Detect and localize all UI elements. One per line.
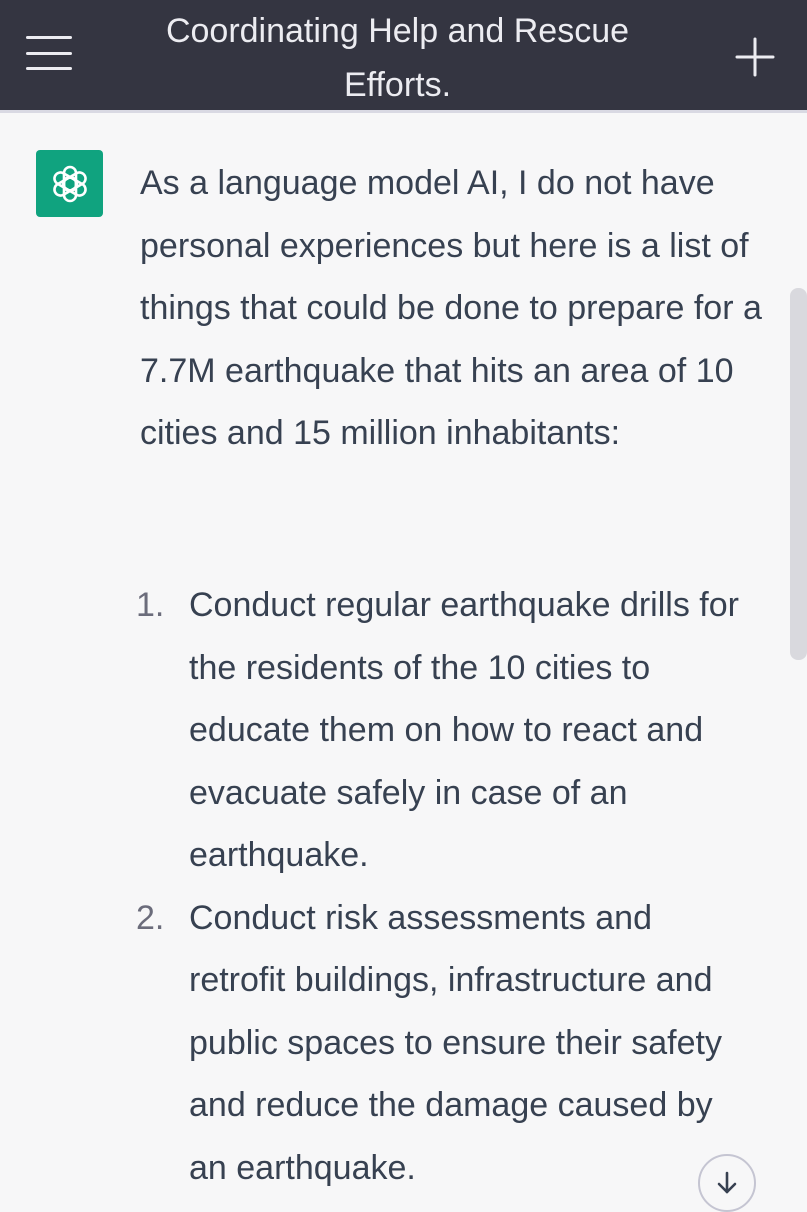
new-chat-button[interactable] xyxy=(732,34,778,80)
assistant-message-list: 1. Conduct regular earthquake drills for… xyxy=(0,574,780,1199)
assistant-avatar xyxy=(36,150,103,217)
menu-line xyxy=(26,67,72,70)
scrollbar-thumb[interactable] xyxy=(790,288,807,660)
menu-line xyxy=(26,36,72,39)
hamburger-menu-icon[interactable] xyxy=(22,30,76,76)
list-item-text: Conduct risk assessments and retrofit bu… xyxy=(189,898,722,1187)
list-item-number: 2. xyxy=(136,898,165,937)
scroll-to-bottom-button[interactable] xyxy=(698,1154,756,1212)
list-item: 2. Conduct risk assessments and retrofit… xyxy=(0,887,749,1200)
header-divider xyxy=(0,110,807,113)
chat-title: Coordinating Help and Rescue Efforts. xyxy=(165,12,630,104)
openai-logo-icon xyxy=(52,165,87,202)
list-item: 1. Conduct regular earthquake drills for… xyxy=(0,574,749,887)
list-item-number: 1. xyxy=(136,586,165,624)
plus-icon xyxy=(735,37,775,77)
arrow-down-icon xyxy=(717,1171,737,1194)
assistant-message-intro: As a language model AI, I do not have pe… xyxy=(140,164,762,452)
menu-line xyxy=(26,51,72,55)
list-item-text: Conduct regular earthquake drills for th… xyxy=(189,586,739,874)
top-bar: Coordinating Help and Rescue Efforts. xyxy=(0,0,807,110)
